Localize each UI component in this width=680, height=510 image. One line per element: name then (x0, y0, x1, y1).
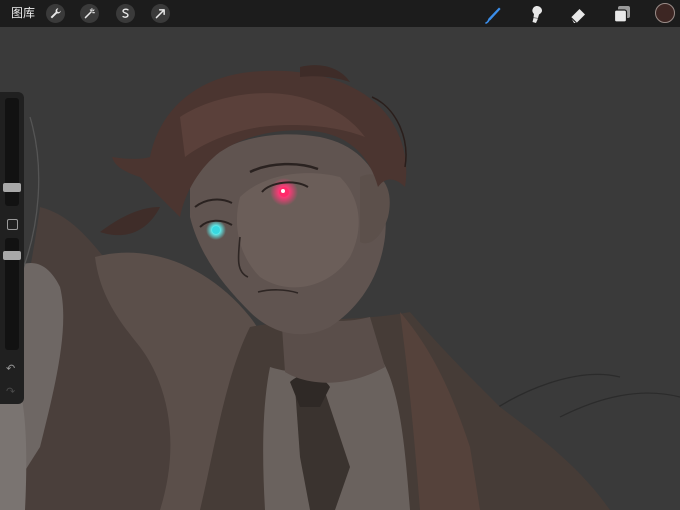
modify-button[interactable] (7, 219, 18, 230)
brush-icon[interactable] (483, 3, 505, 25)
artwork (0, 65, 680, 510)
wrench-icon[interactable] (46, 4, 65, 23)
color-swatch[interactable] (655, 3, 675, 23)
top-toolbar: 图库 (0, 0, 680, 27)
sidebar: ↶ ↷ (0, 92, 24, 404)
redo-icon[interactable]: ↷ (6, 386, 15, 398)
smudge-icon[interactable] (525, 3, 547, 25)
opacity-knob[interactable] (3, 251, 21, 260)
drawing-canvas[interactable] (0, 27, 680, 510)
magic-wand-icon[interactable] (80, 4, 99, 23)
brush-size-knob[interactable] (3, 183, 21, 192)
gallery-button[interactable]: 图库 (11, 5, 35, 21)
selection-icon[interactable] (116, 4, 135, 23)
eraser-icon[interactable] (567, 3, 589, 25)
transform-arrow-icon[interactable] (151, 4, 170, 23)
undo-icon[interactable]: ↶ (6, 363, 15, 375)
layers-icon[interactable] (611, 3, 633, 25)
